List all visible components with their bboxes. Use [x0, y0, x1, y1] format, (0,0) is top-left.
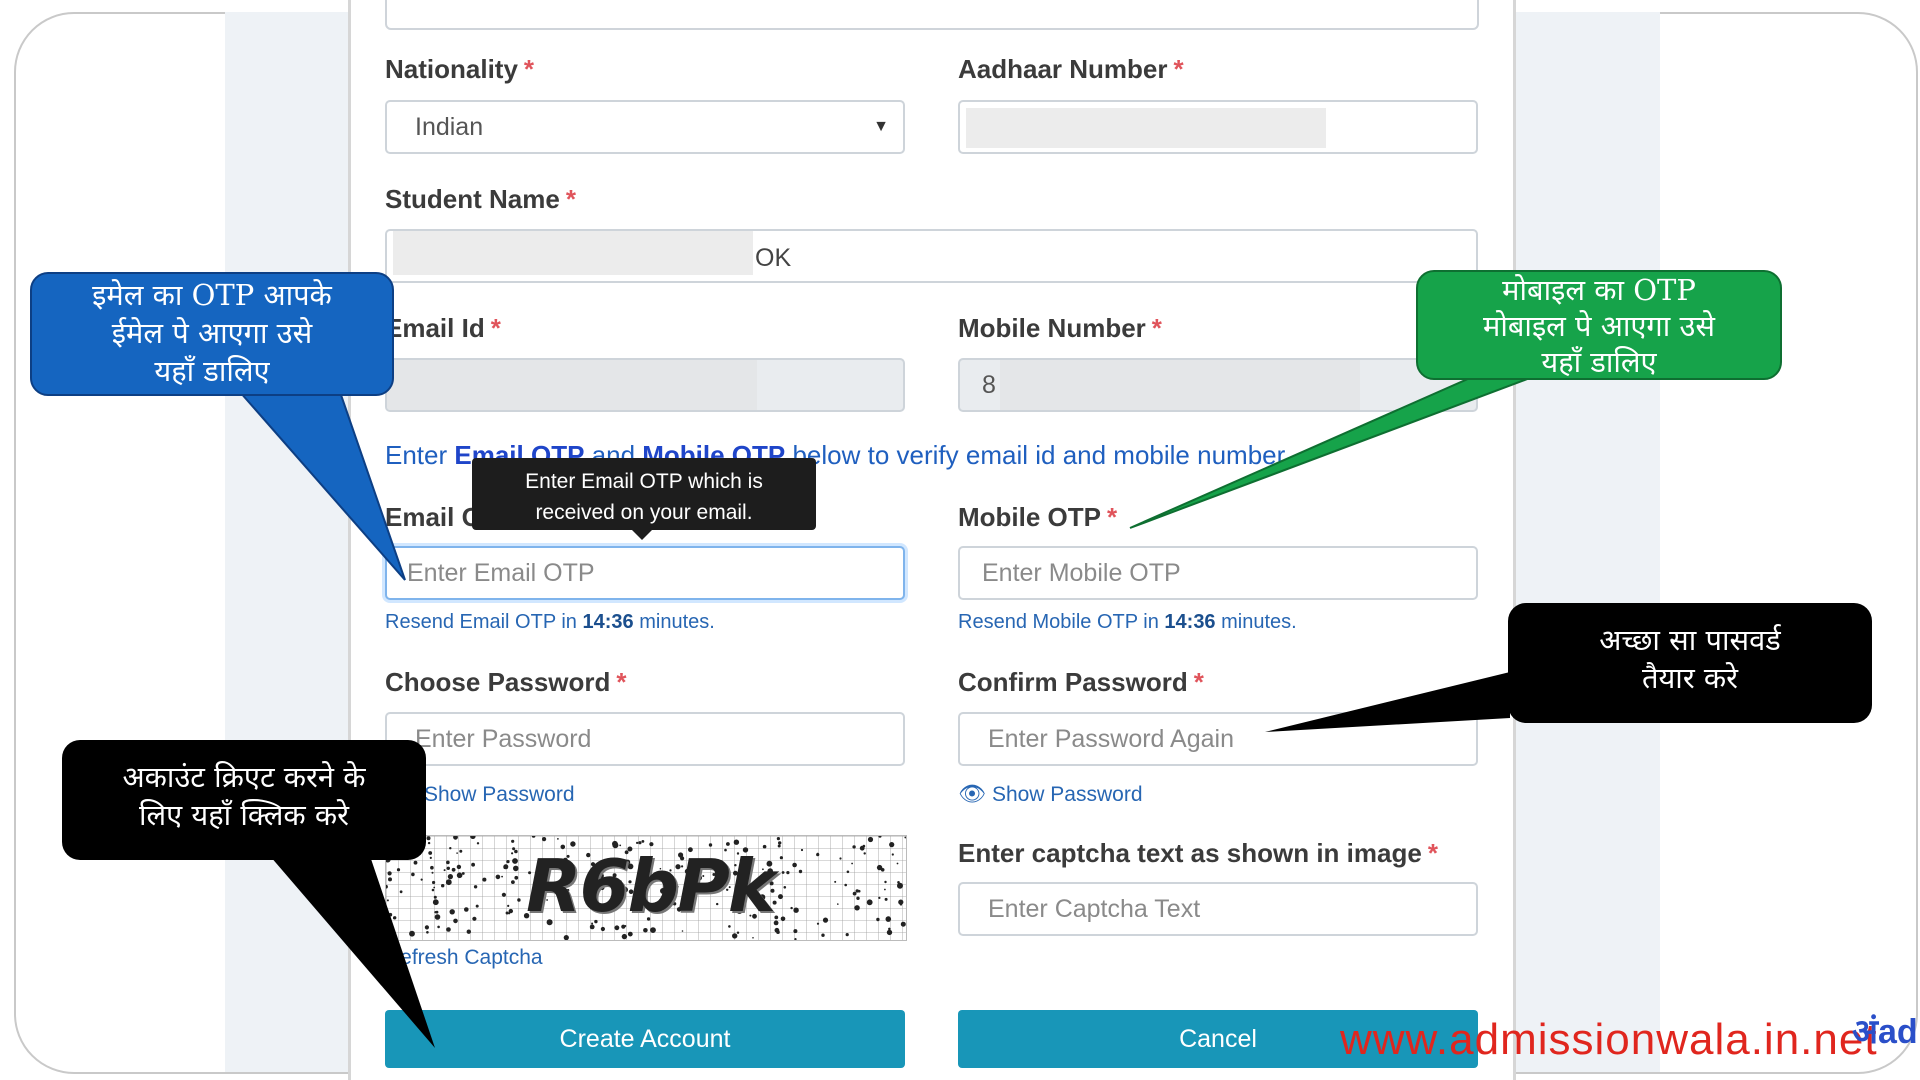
brand-logo: अंad	[1852, 1013, 1918, 1051]
mobile-callout-pointer	[1129, 377, 1531, 529]
site-watermark: www.admissionwala.in.net	[1340, 1015, 1878, 1064]
create-account-callout: अकाउंट क्रिएट करने के लिए यहाँ क्लिक करे	[62, 740, 426, 860]
callout-pointers	[237, 377, 1531, 1048]
create-callout-pointer	[270, 856, 435, 1048]
password-callout: अच्छा सा पासवर्ड तैयार करे	[1508, 603, 1872, 723]
email-otp-callout: इमेल का OTP आपके ईमेल पे आएगा उसे यहाँ ड…	[30, 272, 394, 396]
email-callout-pointer	[237, 391, 406, 581]
mobile-otp-callout: मोबाइल का OTP मोबाइल पे आएगा उसे यहाँ डा…	[1416, 270, 1782, 380]
password-callout-pointer	[1265, 672, 1510, 732]
